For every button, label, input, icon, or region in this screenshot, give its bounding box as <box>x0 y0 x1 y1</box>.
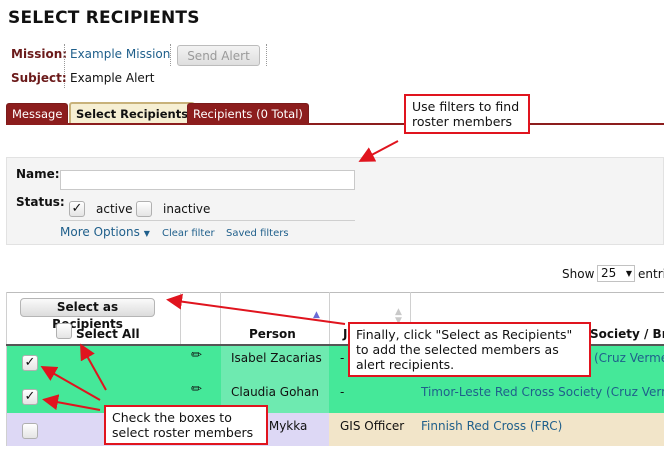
callout-line: Finally, click "Select as Recipients" <box>356 327 573 342</box>
callout-line: roster members <box>412 114 513 129</box>
callout-check: Check the boxes to select roster members <box>104 405 268 445</box>
callout-line: select roster members <box>112 425 254 440</box>
annotation-arrows <box>40 140 399 411</box>
callout-line: alert recipients. <box>356 357 455 372</box>
arrow-to-row-1-checkbox <box>40 366 101 401</box>
arrow-to-name-input <box>358 140 399 162</box>
callout-line: Use filters to find <box>412 99 520 114</box>
arrow-to-row-2-checkbox <box>42 394 101 411</box>
arrow-to-row-1 <box>80 343 107 391</box>
callout-finally: Finally, click "Select as Recipients" to… <box>348 322 591 377</box>
callout-filters: Use filters to find roster members <box>404 94 530 134</box>
callout-line: to add the selected members as <box>356 342 559 357</box>
arrow-to-select-button <box>166 293 346 325</box>
callout-line: Check the boxes to <box>112 410 232 425</box>
